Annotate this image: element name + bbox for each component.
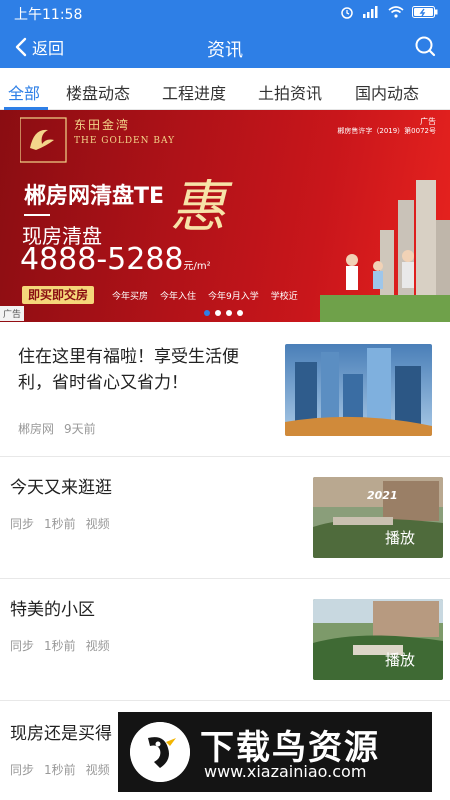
banner-features: 今年买房 今年入住 今年9月入学 学校近 — [112, 289, 298, 302]
tab-land-auction[interactable]: 土拍资讯 — [258, 80, 322, 104]
category-tabs: 全部 楼盘动态 工程进度 土拍资讯 国内动态 — [0, 68, 450, 110]
site-watermark: 下载鸟资源 www.xiazainiao.com — [118, 712, 432, 792]
article-thumbnail — [285, 344, 432, 436]
city-skyline-image — [285, 344, 432, 436]
logo-english: THE GOLDEN BAY — [74, 136, 176, 146]
alarm-icon — [341, 7, 353, 19]
tab-construction-progress[interactable]: 工程进度 — [162, 80, 226, 104]
carousel-dot[interactable] — [204, 310, 210, 316]
carousel-dot[interactable] — [226, 310, 232, 316]
banner-feature: 今年入住 — [160, 292, 197, 302]
banner-feature: 今年9月入学 — [208, 292, 259, 302]
banner-accent-char: 惠 — [170, 175, 226, 240]
play-label: 播放 — [384, 651, 415, 669]
list-item[interactable]: 今天又来逛逛 同步 1秒前 视频 2021 播放 — [0, 457, 450, 579]
article-type: 视频 — [85, 517, 110, 531]
carousel-dot[interactable] — [215, 310, 221, 316]
banner-cta-button[interactable]: 即买即交房 — [22, 286, 95, 304]
article-type: 视频 — [85, 639, 110, 653]
video-thumbnail[interactable]: 2021 播放 — [313, 477, 443, 558]
battery-icon — [412, 6, 438, 18]
carousel-dot[interactable] — [237, 310, 243, 316]
article-source: 同步 — [10, 639, 35, 653]
page-title: 资讯 — [207, 40, 243, 61]
banner-headline: 郴房网清盘TE — [24, 184, 165, 209]
family-buildings-image — [320, 180, 450, 322]
status-icons — [340, 5, 438, 19]
carousel-dots — [204, 310, 243, 316]
article-time: 1秒前 — [44, 517, 76, 531]
banner-ad-corner: 广告 — [0, 306, 25, 321]
banner-price-unit: 元/m² — [183, 261, 211, 272]
article-title: 住在这里有福啦！享受生活便利，省时省心又省力！ — [18, 347, 239, 393]
list-item[interactable]: 特美的小区 同步 1秒前 视频 播放 — [0, 579, 450, 701]
banner-feature: 学校近 — [270, 292, 298, 302]
wifi-icon — [388, 6, 404, 18]
bird-logo-icon — [130, 722, 190, 782]
article-time: 1秒前 — [44, 763, 76, 777]
article-source: 同步 — [10, 763, 35, 777]
play-label: 播放 — [384, 529, 415, 547]
article-time: 1秒前 — [44, 639, 76, 653]
status-bar: 上午11:58 — [0, 0, 450, 26]
community-garden-image — [313, 599, 443, 680]
tab-property-news[interactable]: 楼盘动态 — [66, 80, 130, 104]
article-type: 视频 — [85, 763, 110, 777]
tab-domestic-news[interactable]: 国内动态 — [355, 80, 419, 104]
article-meta: 同步 1秒前 视频 — [10, 515, 110, 532]
banner-permit: 郴房售许字（2019）第0072号 — [337, 127, 436, 135]
logo-chinese: 东田金湾 — [74, 118, 131, 132]
watermark-url: www.xiazainiao.com — [204, 762, 367, 781]
article-source: 郴房网 — [18, 422, 55, 436]
article-source: 同步 — [10, 517, 35, 531]
article-time: 9天前 — [64, 422, 96, 436]
banner-divider — [24, 214, 50, 216]
article-title: 今天又来逛逛 — [10, 478, 112, 498]
article-title: 特美的小区 — [10, 600, 95, 620]
logo-text: 东田金湾 THE GOLDEN BAY — [74, 116, 175, 146]
article-meta: 同步 1秒前 视频 — [10, 637, 110, 654]
article-meta: 郴房网 9天前 — [18, 420, 96, 437]
tab-all[interactable]: 全部 — [8, 80, 40, 104]
banner-phone-number: 4888-5288 — [20, 242, 184, 277]
list-item[interactable]: 住在这里有福啦！享受生活便利，省时省心又省力！ 郴房网 9天前 — [0, 322, 450, 457]
article-meta: 同步 1秒前 视频 — [10, 761, 110, 778]
nav-bar: 返回 资讯 — [0, 26, 450, 68]
banner-feature: 今年买房 — [112, 292, 149, 302]
video-thumbnail[interactable]: 播放 — [313, 599, 443, 680]
status-time: 上午11:58 — [14, 7, 83, 23]
search-icon — [415, 36, 436, 57]
signal-icon — [363, 6, 378, 18]
search-button[interactable] — [414, 35, 436, 61]
banner-phone: 4888-5288元/m² — [20, 242, 211, 277]
promo-banner[interactable]: 东田金湾 THE GOLDEN BAY 广告 郴房售许字（2019）第0072号… — [0, 110, 450, 322]
video-year: 2021 — [367, 489, 398, 502]
